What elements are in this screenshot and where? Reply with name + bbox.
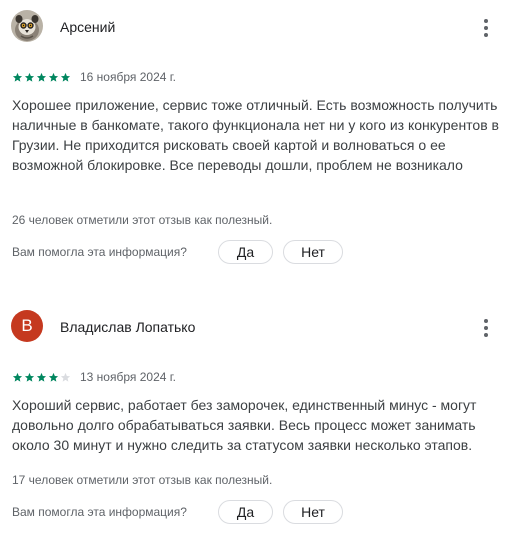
star-rating <box>12 372 71 383</box>
author-avatar: В <box>11 310 43 342</box>
star-filled-icon <box>48 372 59 382</box>
star-filled-icon <box>24 72 35 82</box>
author-name: Владислав Лопатько <box>60 319 196 335</box>
star-rating <box>12 72 71 83</box>
yes-button[interactable]: Да <box>218 500 273 524</box>
author-name: Арсений <box>60 19 116 35</box>
review-date: 13 ноября 2024 г. <box>80 370 176 384</box>
no-button[interactable]: Нет <box>283 500 343 524</box>
lemur-avatar-icon <box>11 10 43 42</box>
star-filled-icon <box>12 72 23 82</box>
star-empty-icon <box>60 372 71 382</box>
more-options-icon[interactable] <box>476 16 496 40</box>
review-text: Хороший сервис, работает без заморочек, … <box>12 397 477 453</box>
yes-button[interactable]: Да <box>218 240 273 264</box>
star-filled-icon <box>36 372 47 382</box>
star-filled-icon <box>12 372 23 382</box>
helpful-count: 26 человек отметили этот отзыв как полез… <box>12 213 273 227</box>
star-filled-icon <box>24 372 35 382</box>
author-avatar <box>11 10 43 42</box>
no-button[interactable]: Нет <box>283 240 343 264</box>
review-date: 16 ноября 2024 г. <box>80 70 176 84</box>
helpful-question: Вам помогла эта информация? <box>12 245 187 259</box>
helpful-count: 17 человек отметили этот отзыв как полез… <box>12 473 273 487</box>
star-filled-icon <box>36 72 47 82</box>
rating-row: 13 ноября 2024 г. <box>12 369 176 385</box>
star-filled-icon <box>60 72 71 82</box>
star-filled-icon <box>48 72 59 82</box>
rating-row: 16 ноября 2024 г. <box>12 69 176 85</box>
more-options-icon[interactable] <box>476 316 496 340</box>
helpful-question: Вам помогла эта информация? <box>12 505 187 519</box>
review-header: Арсений <box>0 10 522 46</box>
review-text: Хорошее приложение, сервис тоже отличный… <box>12 97 499 173</box>
review-header: В Владислав Лопатько <box>0 310 522 346</box>
